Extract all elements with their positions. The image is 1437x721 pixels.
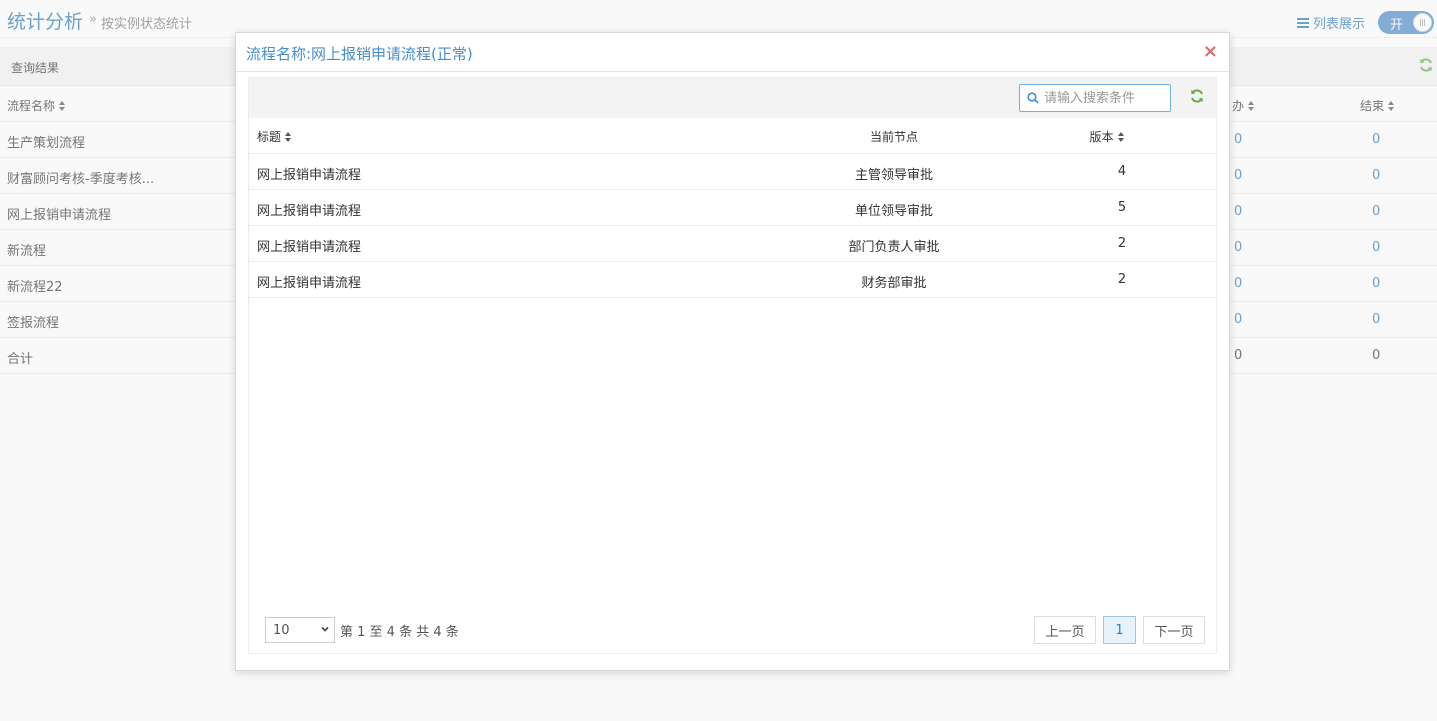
row-node: 主管领导审批 (854, 168, 933, 183)
row-title: 网上报销申请流程 (257, 240, 362, 255)
row-version: 2 (1117, 272, 1127, 287)
sort-icon (1117, 132, 1125, 142)
modal-content: 标题 当前节点 版本 网上报销申请流程 主管领导审批 4 网上报销申请流程 单位… (248, 77, 1217, 654)
prev-page-button[interactable]: 上一页 (1034, 616, 1096, 644)
row-node: 财务部审批 (861, 276, 927, 291)
modal-header: 流程名称:网上报销申请流程(正常) × (236, 33, 1229, 72)
pagination: 10 第 1 至 4 条 共 4 条 上一页 1 下一页 (249, 606, 1216, 646)
close-icon[interactable]: × (1203, 43, 1218, 61)
column-header-version[interactable]: 版本 (1057, 128, 1157, 145)
row-node: 单位领导审批 (854, 204, 933, 219)
page-size-value: 10 (273, 623, 290, 638)
row-version: 5 (1117, 200, 1127, 215)
refresh-icon[interactable] (1189, 88, 1205, 104)
table-header-row: 标题 当前节点 版本 (249, 118, 1216, 154)
instance-table: 标题 当前节点 版本 网上报销申请流程 主管领导审批 4 网上报销申请流程 单位… (249, 118, 1216, 298)
row-node: 部门负责人审批 (848, 240, 940, 255)
row-title: 网上报销申请流程 (257, 276, 362, 291)
row-version: 4 (1117, 164, 1127, 179)
page-size-select[interactable]: 10 (265, 617, 335, 643)
sort-icon (285, 132, 292, 142)
modal-toolbar (249, 78, 1216, 118)
table-row[interactable]: 网上报销申请流程 部门负责人审批 2 (249, 226, 1216, 262)
page: 统计分析 » 按实例状态统计 列表展示 开 查询结果 流程名称 办 结束 生产策… (0, 0, 1437, 721)
table-row[interactable]: 网上报销申请流程 单位领导审批 5 (249, 190, 1216, 226)
row-version: 2 (1117, 236, 1127, 251)
next-page-button[interactable]: 下一页 (1143, 616, 1205, 644)
chevron-down-icon (321, 626, 329, 632)
page-1-button[interactable]: 1 (1103, 616, 1136, 644)
search-icon (1027, 92, 1039, 104)
column-header-node: 当前节点 (869, 130, 918, 144)
column-header-title[interactable]: 标题 (257, 128, 292, 145)
row-title: 网上报销申请流程 (257, 204, 362, 219)
table-row[interactable]: 网上报销申请流程 财务部审批 2 (249, 262, 1216, 298)
table-row[interactable]: 网上报销申请流程 主管领导审批 4 (249, 154, 1216, 190)
search-box (1019, 84, 1171, 112)
process-detail-modal: 流程名称:网上报销申请流程(正常) × 请输入搜索条件 标题 当前节点 版本 网… (235, 32, 1230, 671)
row-title: 网上报销申请流程 (257, 168, 362, 183)
search-input[interactable] (1044, 89, 1168, 107)
modal-title: 流程名称:网上报销申请流程(正常) (246, 45, 473, 63)
page-info: 第 1 至 4 条 共 4 条 (340, 625, 459, 640)
